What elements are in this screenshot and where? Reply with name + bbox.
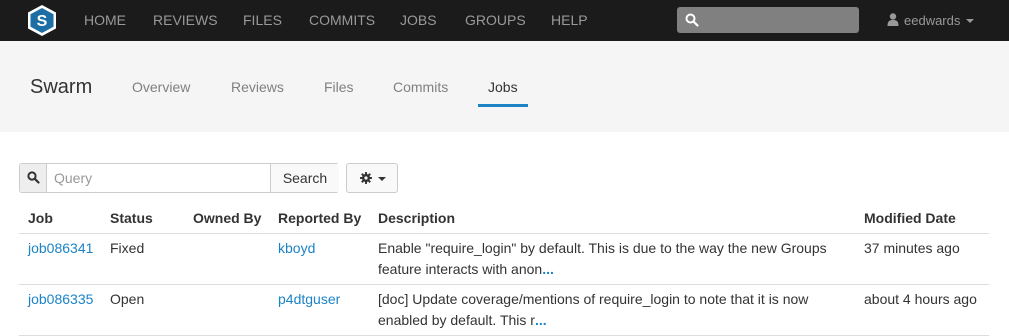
column-header-job[interactable]: Job bbox=[28, 210, 53, 226]
nav-jobs[interactable]: JOBS bbox=[400, 0, 437, 41]
modified-date: 37 minutes ago bbox=[864, 240, 960, 256]
swarm-logo-icon[interactable]: S bbox=[28, 5, 56, 36]
search-icon bbox=[27, 171, 40, 184]
row-divider bbox=[19, 284, 989, 285]
gear-icon bbox=[360, 172, 372, 184]
project-header: Swarm Overview Reviews Files Commits Job… bbox=[0, 41, 1009, 132]
job-description: Enable "require_login" by default. This … bbox=[378, 238, 848, 280]
svg-text:S: S bbox=[37, 13, 48, 30]
reported-by-link[interactable]: kboyd bbox=[278, 238, 315, 259]
column-header-status[interactable]: Status bbox=[110, 210, 153, 226]
query-addon bbox=[20, 164, 47, 192]
user-icon bbox=[887, 13, 899, 27]
chevron-down-icon bbox=[378, 177, 386, 181]
tab-files[interactable]: Files bbox=[324, 79, 354, 95]
settings-dropdown-button[interactable] bbox=[346, 163, 398, 193]
global-search-input[interactable] bbox=[677, 7, 859, 33]
tab-jobs[interactable]: Jobs bbox=[488, 79, 518, 95]
tab-reviews[interactable]: Reviews bbox=[231, 79, 284, 95]
description-line: Enable "require_login" by default. This … bbox=[378, 240, 827, 256]
search-button[interactable]: Search bbox=[270, 164, 339, 192]
chevron-down-icon bbox=[966, 18, 975, 23]
expand-description-link[interactable]: ... bbox=[535, 312, 547, 328]
tab-commits[interactable]: Commits bbox=[393, 79, 448, 95]
user-menu[interactable]: eedwards bbox=[887, 0, 975, 41]
job-status: Open bbox=[110, 291, 145, 307]
nav-home[interactable]: HOME bbox=[84, 0, 126, 41]
column-header-owned-by[interactable]: Owned By bbox=[193, 210, 261, 226]
nav-reviews[interactable]: REVIEWS bbox=[153, 0, 218, 41]
column-header-reported-by[interactable]: Reported By bbox=[278, 210, 361, 226]
job-description: [doc] Update coverage/mentions of requir… bbox=[378, 289, 848, 331]
job-id-link[interactable]: job086341 bbox=[28, 238, 93, 259]
tab-overview[interactable]: Overview bbox=[132, 79, 190, 95]
nav-commits[interactable]: COMMITS bbox=[309, 0, 375, 41]
job-id-link[interactable]: job086335 bbox=[28, 289, 93, 310]
description-line: feature interacts with anon bbox=[378, 261, 543, 277]
username: eedwards bbox=[904, 13, 961, 28]
column-header-description[interactable]: Description bbox=[378, 210, 455, 226]
top-navbar: S HOME REVIEWS FILES COMMITS JOBS GROUPS… bbox=[0, 0, 1009, 41]
nav-groups[interactable]: GROUPS bbox=[465, 0, 526, 41]
reported-by-link[interactable]: p4dtguser bbox=[278, 289, 340, 310]
description-line: enabled by default. This r bbox=[378, 312, 535, 328]
expand-description-link[interactable]: ... bbox=[542, 261, 554, 277]
query-input[interactable] bbox=[48, 164, 270, 192]
query-search-group: Search bbox=[19, 163, 339, 193]
active-tab-indicator bbox=[478, 104, 528, 107]
header-divider bbox=[19, 233, 989, 234]
project-title: Swarm bbox=[30, 76, 93, 98]
nav-files[interactable]: FILES bbox=[243, 0, 282, 41]
search-icon bbox=[685, 13, 699, 27]
description-line: [doc] Update coverage/mentions of requir… bbox=[378, 291, 809, 307]
modified-date: about 4 hours ago bbox=[864, 291, 977, 307]
nav-help[interactable]: HELP bbox=[551, 0, 588, 41]
job-status: Fixed bbox=[110, 240, 145, 256]
column-header-modified-date[interactable]: Modified Date bbox=[864, 210, 956, 226]
